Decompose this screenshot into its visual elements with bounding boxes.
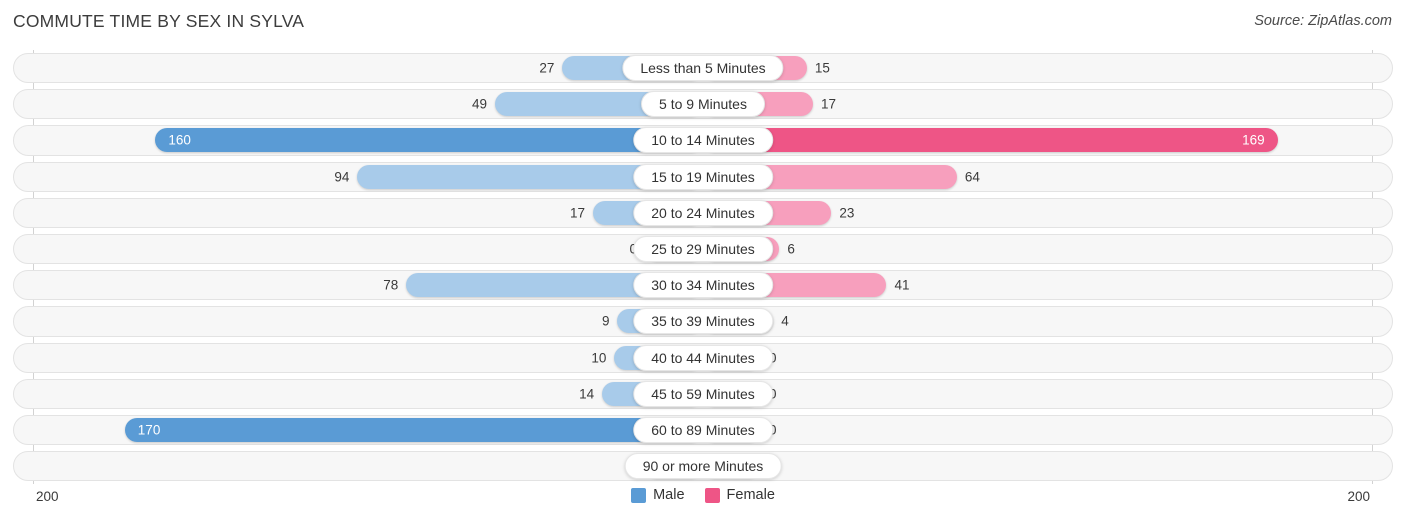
plot-area: 27 15 Less than 5 Minutes 49 17 5 to 9 Minute… xyxy=(0,50,1406,484)
category-label: 45 to 59 Minutes xyxy=(633,380,773,407)
bar-value-female: 41 xyxy=(894,277,910,293)
bar-row: 17 23 20 to 24 Minutes xyxy=(0,195,1406,231)
bar-value-male: 9 xyxy=(601,313,610,329)
legend-label-female: Female xyxy=(726,487,775,503)
legend-swatch-female-icon xyxy=(704,487,720,503)
bar-value-male: 14 xyxy=(579,386,595,402)
category-label: 90 or more Minutes xyxy=(624,453,782,480)
bar-row: 9 4 35 to 39 Minutes xyxy=(0,303,1406,339)
bar-row: 49 17 5 to 9 Minutes xyxy=(0,86,1406,122)
bar-value-female: 6 xyxy=(787,241,795,257)
category-label: 5 to 9 Minutes xyxy=(641,91,765,118)
legend-swatch-male-icon xyxy=(631,487,647,503)
bar-row: 27 15 Less than 5 Minutes xyxy=(0,50,1406,86)
bar-value-female: 15 xyxy=(814,60,830,76)
bar-value-female: 4 xyxy=(781,313,789,329)
legend-item-male[interactable]: Male xyxy=(631,487,685,503)
bar-value-female: 169 xyxy=(1242,132,1265,148)
bar-rows: 27 15 Less than 5 Minutes 49 17 5 to 9 Minute… xyxy=(0,50,1406,484)
bar-value-female: 17 xyxy=(821,96,837,112)
bar-row: 78 41 30 to 34 Minutes xyxy=(0,267,1406,303)
source-attribution: Source: ZipAtlas.com xyxy=(1254,13,1392,29)
bar-value-male: 17 xyxy=(569,205,585,221)
category-label: 25 to 29 Minutes xyxy=(633,236,773,263)
bar-row: 10040 to 44 Minutes xyxy=(0,340,1406,376)
bar-row: 170060 to 89 Minutes xyxy=(0,412,1406,448)
category-label: 60 to 89 Minutes xyxy=(633,416,773,443)
bar-row: 0625 to 29 Minutes xyxy=(0,231,1406,267)
bar-value-male: 160 xyxy=(168,132,191,148)
bar-value-male: 78 xyxy=(383,277,399,293)
bar-value-male: 27 xyxy=(539,60,555,76)
bar-value-male: 170 xyxy=(137,422,161,438)
legend-item-female[interactable]: Female xyxy=(704,487,775,503)
bar-value-male: 49 xyxy=(472,96,488,112)
category-label: Less than 5 Minutes xyxy=(622,55,784,82)
category-label: 10 to 14 Minutes xyxy=(633,127,773,154)
bar-female[interactable] xyxy=(703,128,1279,153)
chart-page: COMMUTE TIME BY SEX IN SYLVA Source: Zip… xyxy=(0,0,1406,523)
bar-row: 94 64 15 to 19 Minutes xyxy=(0,159,1406,195)
bar-value-female: 23 xyxy=(839,205,855,221)
category-label: 35 to 39 Minutes xyxy=(633,308,773,335)
category-label: 20 to 24 Minutes xyxy=(633,199,773,226)
bar-value-male: 94 xyxy=(334,169,350,185)
category-label: 30 to 34 Minutes xyxy=(633,272,773,299)
category-label: 15 to 19 Minutes xyxy=(633,163,773,190)
bar-row: 160 169 10 to 14 Minutes xyxy=(0,122,1406,158)
page-title: COMMUTE TIME BY SEX IN SYLVA xyxy=(13,11,305,31)
legend-label-male: Male xyxy=(653,487,685,503)
bar-value-male: 10 xyxy=(591,350,607,366)
bar-row: 14045 to 59 Minutes xyxy=(0,376,1406,412)
bar-male[interactable] xyxy=(124,417,703,442)
bar-male[interactable] xyxy=(155,128,703,153)
category-label: 40 to 44 Minutes xyxy=(633,344,773,371)
bar-value-female: 64 xyxy=(964,169,980,185)
chart-legend: Male Female xyxy=(0,487,1406,503)
bar-row: 0090 or more Minutes xyxy=(0,448,1406,484)
